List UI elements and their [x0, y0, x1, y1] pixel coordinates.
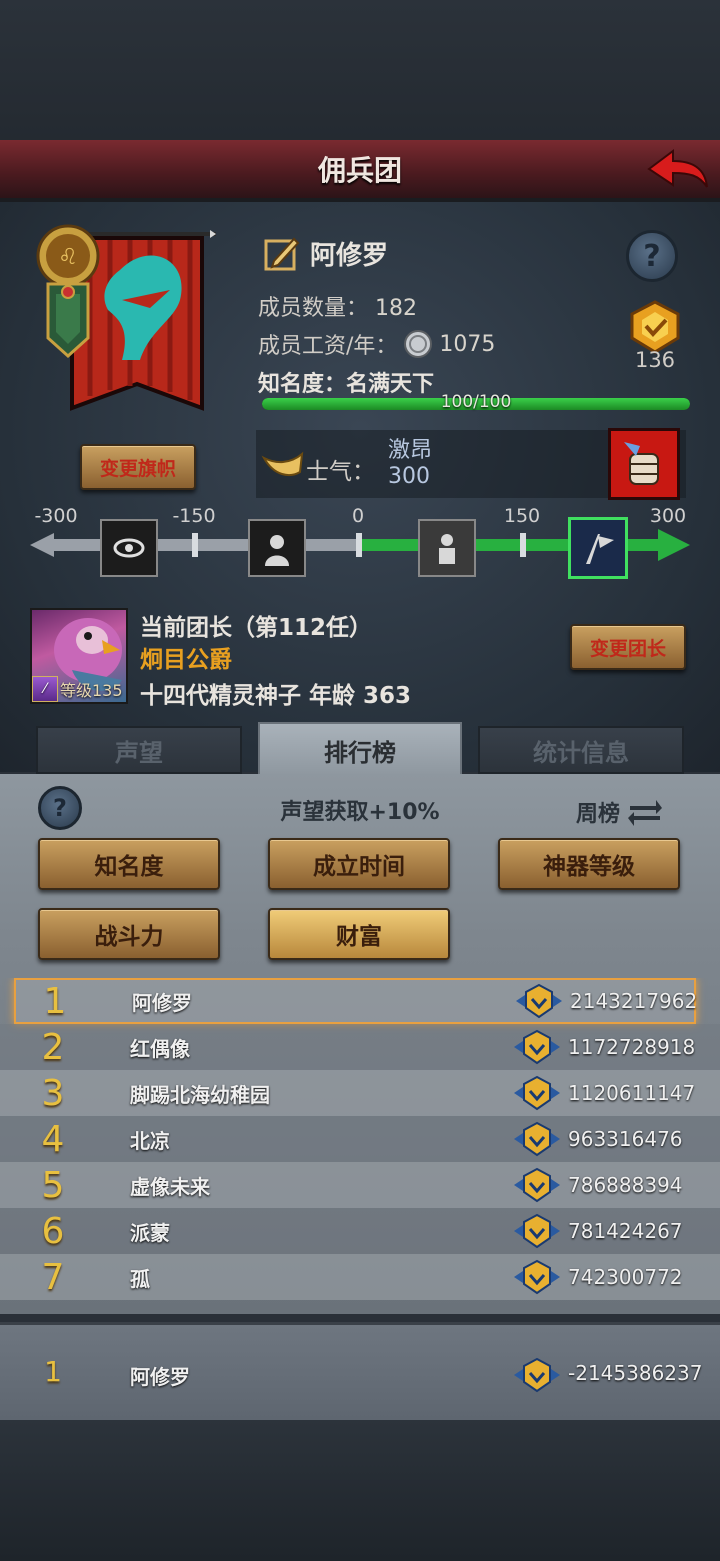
morale-tier-excited-icon[interactable]: [568, 517, 628, 579]
morale-tier-calm-icon[interactable]: [418, 519, 476, 577]
morale-label: 士气：: [306, 459, 375, 485]
change-flag-button[interactable]: 变更旗帜: [80, 444, 196, 490]
leader-title-line: 当前团长（第112任）: [140, 615, 373, 641]
filter-artifact-button[interactable]: 神器等级: [498, 838, 680, 890]
morale-drum-icon[interactable]: [608, 428, 680, 500]
wealth-emblem-icon: [510, 1355, 564, 1395]
filter-power-button[interactable]: 战斗力: [38, 908, 220, 960]
fame-progress-text: 100/100: [440, 392, 512, 412]
leaderboard-info-row: ? 声望获取+10% 周榜: [0, 776, 720, 840]
rank-guild-name: 派蒙: [130, 1220, 170, 1245]
ranking-row[interactable]: 5 虚像未来 786888394: [0, 1162, 720, 1208]
title-bar: 佣兵团: [0, 140, 720, 202]
ranking-row[interactable]: 7 孤 742300772: [0, 1254, 720, 1300]
rank-guild-name: 孤: [130, 1266, 150, 1291]
my-guild-rank-row: 1 阿修罗 -2145386237: [0, 1322, 720, 1420]
member-count-label: 成员数量：: [258, 296, 369, 321]
back-button[interactable]: [646, 144, 710, 194]
rank-number: 7: [41, 1256, 65, 1298]
leader-avatar[interactable]: ⁄ 等级135: [30, 608, 128, 704]
tab-leaderboard[interactable]: 排行榜: [258, 722, 462, 776]
ranking-row[interactable]: 6 派蒙 781424267: [0, 1208, 720, 1254]
my-rank-number: 1: [44, 1355, 62, 1388]
filter-fame-button[interactable]: 知名度: [38, 838, 220, 890]
wealth-emblem-icon: [510, 1211, 564, 1251]
leader-name: 炯目公爵: [140, 647, 232, 673]
period-label: 周榜: [576, 802, 621, 827]
edit-icon[interactable]: [262, 233, 302, 273]
wealth-emblem-icon: [510, 1073, 564, 1113]
silver-coin-icon: [404, 330, 433, 358]
rank-guild-name: 北凉: [130, 1128, 170, 1153]
rank-score: 781424267: [568, 1219, 683, 1243]
guild-banner: ♌: [30, 210, 230, 440]
ranking-row[interactable]: 1 阿修罗 2143217962: [14, 978, 698, 1024]
wand-icon: ⁄: [32, 676, 58, 702]
rank-score: 1172728918: [568, 1035, 696, 1059]
weekly-toggle[interactable]: 周榜: [576, 794, 664, 830]
page-title: 佣兵团: [317, 154, 402, 187]
filter-founded-button[interactable]: 成立时间: [268, 838, 450, 890]
my-guild-name: 阿修罗: [130, 1365, 190, 1389]
guild-name-row: 阿修罗: [262, 230, 388, 276]
horn-icon: [261, 451, 304, 476]
wealth-emblem-icon: [510, 1257, 564, 1297]
rank-score: 2143217962: [570, 989, 698, 1013]
rank-number: 5: [41, 1164, 65, 1206]
rank-score: 786888394: [568, 1173, 683, 1197]
rank-guild-name: 红偶像: [130, 1036, 190, 1061]
leader-desc-line: 十四代精灵神子 年龄 363: [140, 683, 412, 709]
filter-wealth-button[interactable]: 财富: [268, 908, 450, 960]
rank-score: 1120611147: [568, 1081, 696, 1105]
ranking-list: 1 阿修罗 2143217962 2 红偶像 1172728918 3 脚踢北海…: [0, 978, 720, 1308]
change-leader-button[interactable]: 变更团长: [570, 624, 686, 670]
member-count-value: 182: [375, 296, 418, 321]
member-count-line: 成员数量： 182: [258, 290, 417, 322]
rank-guild-name: 阿修罗: [132, 990, 192, 1015]
salary-value: 1075: [439, 331, 496, 357]
wealth-emblem-icon: [510, 1027, 564, 1067]
rank-number: 2: [41, 1026, 65, 1068]
rank-score: 963316476: [568, 1127, 683, 1151]
top-background: [0, 0, 720, 140]
swap-arrows-icon: [628, 800, 663, 826]
leader-level-badge: ⁄ 等级135: [32, 676, 126, 702]
rank-number: 6: [41, 1210, 65, 1252]
rank-number: 3: [41, 1072, 65, 1114]
guild-rank-number: 136: [634, 348, 676, 372]
ranking-row[interactable]: 3 脚踢北海幼稚园 1120611147: [0, 1070, 720, 1116]
wealth-emblem-icon: [512, 981, 566, 1021]
morale-tier-fear-icon[interactable]: [248, 519, 306, 577]
tab-reputation[interactable]: 声望: [36, 726, 242, 774]
morale-state: 激昂: [388, 438, 433, 463]
tab-bar: 声望 排行榜 统计信息: [32, 722, 688, 776]
wealth-emblem-icon: [510, 1119, 564, 1159]
help-button[interactable]: ?: [626, 230, 678, 282]
rank-guild-name: 脚踢北海幼稚园: [130, 1082, 270, 1107]
rank-guild-name: 虚像未来: [130, 1174, 210, 1199]
svg-text:♌: ♌: [58, 245, 78, 270]
rank-score: 742300772: [568, 1265, 683, 1289]
my-rank-score: -2145386237: [568, 1361, 703, 1385]
rank-number: 1: [43, 980, 67, 1022]
morale-tier-broken-icon[interactable]: [100, 519, 158, 577]
back-arrow-icon: [647, 149, 708, 188]
wealth-emblem-icon: [510, 1165, 564, 1205]
guild-name: 阿修罗: [310, 240, 389, 271]
guild-rank-badge[interactable]: 136: [620, 300, 690, 376]
bottom-background: [0, 1420, 720, 1561]
morale-scale: -300 -150 0 150 300: [28, 505, 692, 585]
salary-line: 成员工资/年： 1075: [258, 328, 495, 360]
morale-value: 300: [388, 464, 430, 489]
question-icon: ?: [643, 238, 661, 274]
rank-number: 4: [41, 1118, 65, 1160]
ranking-row[interactable]: 4 北凉 963316476: [0, 1116, 720, 1162]
leader-level-text: 等级135: [60, 681, 123, 700]
tab-statistics[interactable]: 统计信息: [478, 726, 684, 774]
ranking-row[interactable]: 2 红偶像 1172728918: [0, 1024, 720, 1070]
morale-row: 士气： 激昂 300: [256, 428, 686, 500]
salary-label: 成员工资/年：: [258, 334, 398, 359]
